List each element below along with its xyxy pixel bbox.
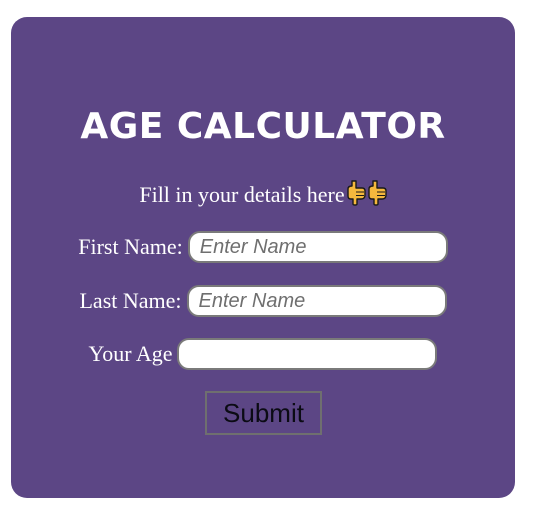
pointing-down-hand-icon (346, 180, 366, 206)
first-name-row: First Name: (11, 230, 515, 264)
age-calculator-card: AGE CALCULATOR Fill in your details here… (11, 17, 515, 498)
age-row: Your Age (11, 337, 515, 371)
age-label: Your Age (88, 341, 173, 366)
first-name-input[interactable] (187, 231, 448, 263)
first-name-label: First Name: (78, 234, 183, 259)
page-title: AGE CALCULATOR (80, 106, 446, 147)
submit-button[interactable]: Submit (205, 391, 322, 435)
subtitle-text: Fill in your details here (139, 182, 345, 207)
age-input[interactable] (177, 338, 438, 370)
pointing-down-hand-icon (367, 180, 387, 206)
last-name-row: Last Name: (11, 284, 515, 318)
last-name-label: Last Name: (79, 288, 182, 313)
form-subtitle: Fill in your details here (11, 180, 515, 210)
last-name-input[interactable] (186, 285, 447, 317)
